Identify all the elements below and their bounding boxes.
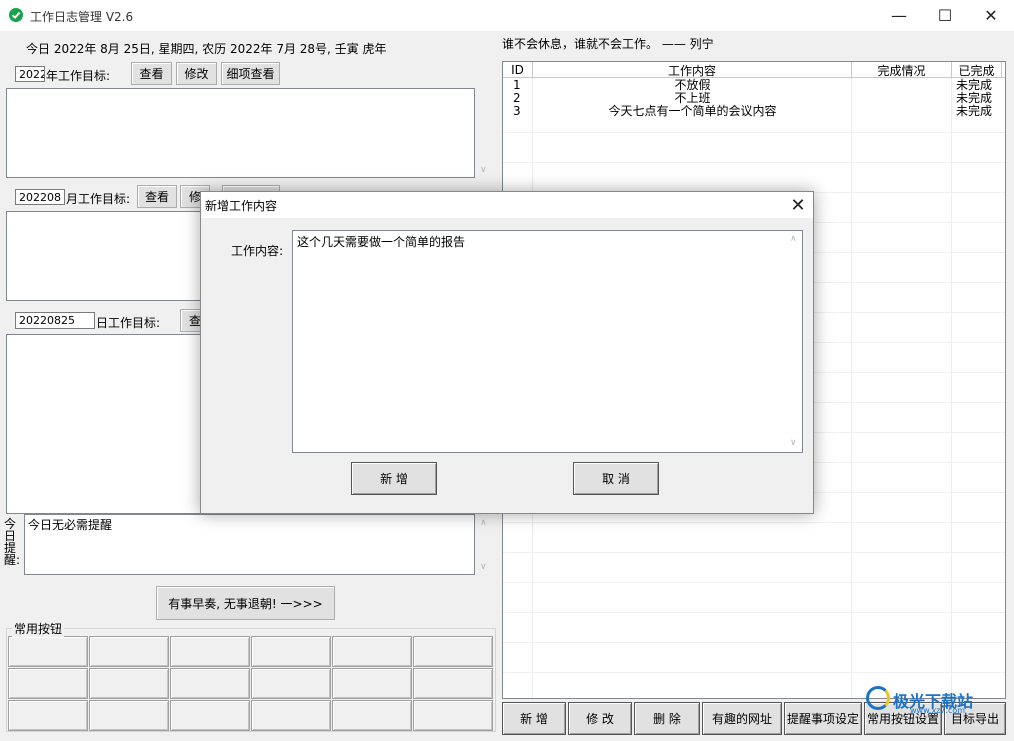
common-button[interactable] [332, 636, 412, 667]
common-button[interactable] [251, 668, 331, 699]
app-check-icon [9, 8, 23, 22]
common-buttons-group [6, 628, 496, 732]
content-scroll-down-icon[interactable]: ∨ [790, 438, 797, 448]
common-button[interactable] [413, 700, 493, 731]
common-button[interactable] [89, 636, 169, 667]
close-button[interactable]: ✕ [968, 0, 1014, 31]
add-task-button[interactable]: 新 增 [502, 702, 566, 735]
month-goal-label: 月工作目标: [66, 192, 131, 206]
reminder-textarea[interactable]: 今日无必需提醒 [24, 514, 475, 575]
row-done: 未完成 [956, 104, 993, 118]
column-header-id[interactable]: ID [503, 62, 533, 78]
watermark-url: www.xz7.com [910, 706, 966, 715]
year-scroll-down-icon[interactable]: ∨ [480, 165, 487, 175]
dialog-title-bar [201, 192, 813, 218]
row-content: 今天七点有一个简单的会议内容 [608, 104, 777, 118]
year-goal-label: 年工作目标: [46, 69, 111, 83]
common-button[interactable] [170, 700, 250, 731]
fun-sites-button[interactable]: 有趣的网址 [702, 702, 782, 735]
quote-text: 谁不会休息，谁就不会工作。 —— 列宁 [502, 37, 714, 51]
motto-button[interactable]: 有事早奏, 无事退朝! 一>>> [156, 586, 335, 620]
common-button[interactable] [8, 700, 88, 731]
common-button[interactable] [8, 668, 88, 699]
day-input[interactable]: 20220825 [15, 312, 95, 329]
content-label: 工作内容: [231, 244, 284, 258]
reminder-scroll-up-icon[interactable]: ∧ [480, 518, 487, 528]
common-buttons-label: 常用按钮 [12, 620, 65, 637]
content-textarea[interactable]: 这个几天需要做一个简单的报告 [292, 230, 803, 453]
column-header-content[interactable]: 工作内容 [533, 62, 852, 78]
column-header-done[interactable]: 已完成 [952, 62, 1002, 78]
year-edit-button[interactable]: 修改 [176, 62, 217, 85]
dialog-cancel-button[interactable]: 取 消 [573, 462, 659, 495]
common-button[interactable] [251, 636, 331, 667]
year-goal-textarea[interactable] [6, 88, 475, 178]
year-view-button[interactable]: 查看 [131, 62, 172, 85]
dialog-title: 新增工作内容 [205, 199, 278, 213]
common-button[interactable] [413, 668, 493, 699]
common-button[interactable] [332, 668, 412, 699]
common-button[interactable] [170, 636, 250, 667]
year-input[interactable]: 2022 [15, 66, 45, 82]
new-task-dialog: 新增工作内容 ✕ 工作内容: 这个几天需要做一个简单的报告 ∧ ∨ 新 增 取 … [200, 191, 814, 514]
task-list-header: ID 工作内容 完成情况 已完成 [503, 62, 1005, 78]
table-row[interactable]: 3 今天七点有一个简单的会议内容 未完成 [503, 104, 1005, 118]
common-button[interactable] [170, 668, 250, 699]
common-button[interactable] [8, 636, 88, 667]
edit-task-button[interactable]: 修 改 [568, 702, 632, 735]
minimize-button[interactable]: — [876, 0, 922, 31]
year-detail-button[interactable]: 细项查看 [221, 62, 280, 85]
row-id: 3 [513, 104, 521, 118]
maximize-button[interactable]: ☐ [922, 0, 968, 31]
window-title: 工作日志管理 V2.6 [30, 10, 134, 24]
content-scroll-up-icon[interactable]: ∧ [790, 234, 797, 244]
common-button[interactable] [413, 636, 493, 667]
day-goal-label: 日工作目标: [96, 316, 161, 330]
reminder-label: 今日提醒: [4, 517, 21, 567]
month-view-button[interactable]: 查看 [137, 185, 177, 208]
delete-task-button[interactable]: 删 除 [634, 702, 700, 735]
month-input[interactable]: 202208 [15, 189, 65, 205]
reminder-settings-button[interactable]: 提醒事项设定 [784, 702, 862, 735]
date-line: 今日 2022年 8月 25日, 星期四, 农历 2022年 7月 28号, 壬… [26, 42, 387, 56]
common-button[interactable] [332, 700, 412, 731]
common-button[interactable] [251, 700, 331, 731]
table-row[interactable]: 1 不放假 未完成 [503, 79, 1005, 92]
dialog-close-icon[interactable]: ✕ [783, 192, 813, 218]
common-button[interactable] [89, 668, 169, 699]
common-button[interactable] [89, 700, 169, 731]
column-header-status[interactable]: 完成情况 [852, 62, 952, 78]
watermark-logo-icon [866, 686, 890, 710]
reminder-scroll-down-icon[interactable]: ∨ [480, 562, 487, 572]
title-bar [0, 0, 1014, 31]
dialog-add-button[interactable]: 新 增 [351, 462, 437, 495]
